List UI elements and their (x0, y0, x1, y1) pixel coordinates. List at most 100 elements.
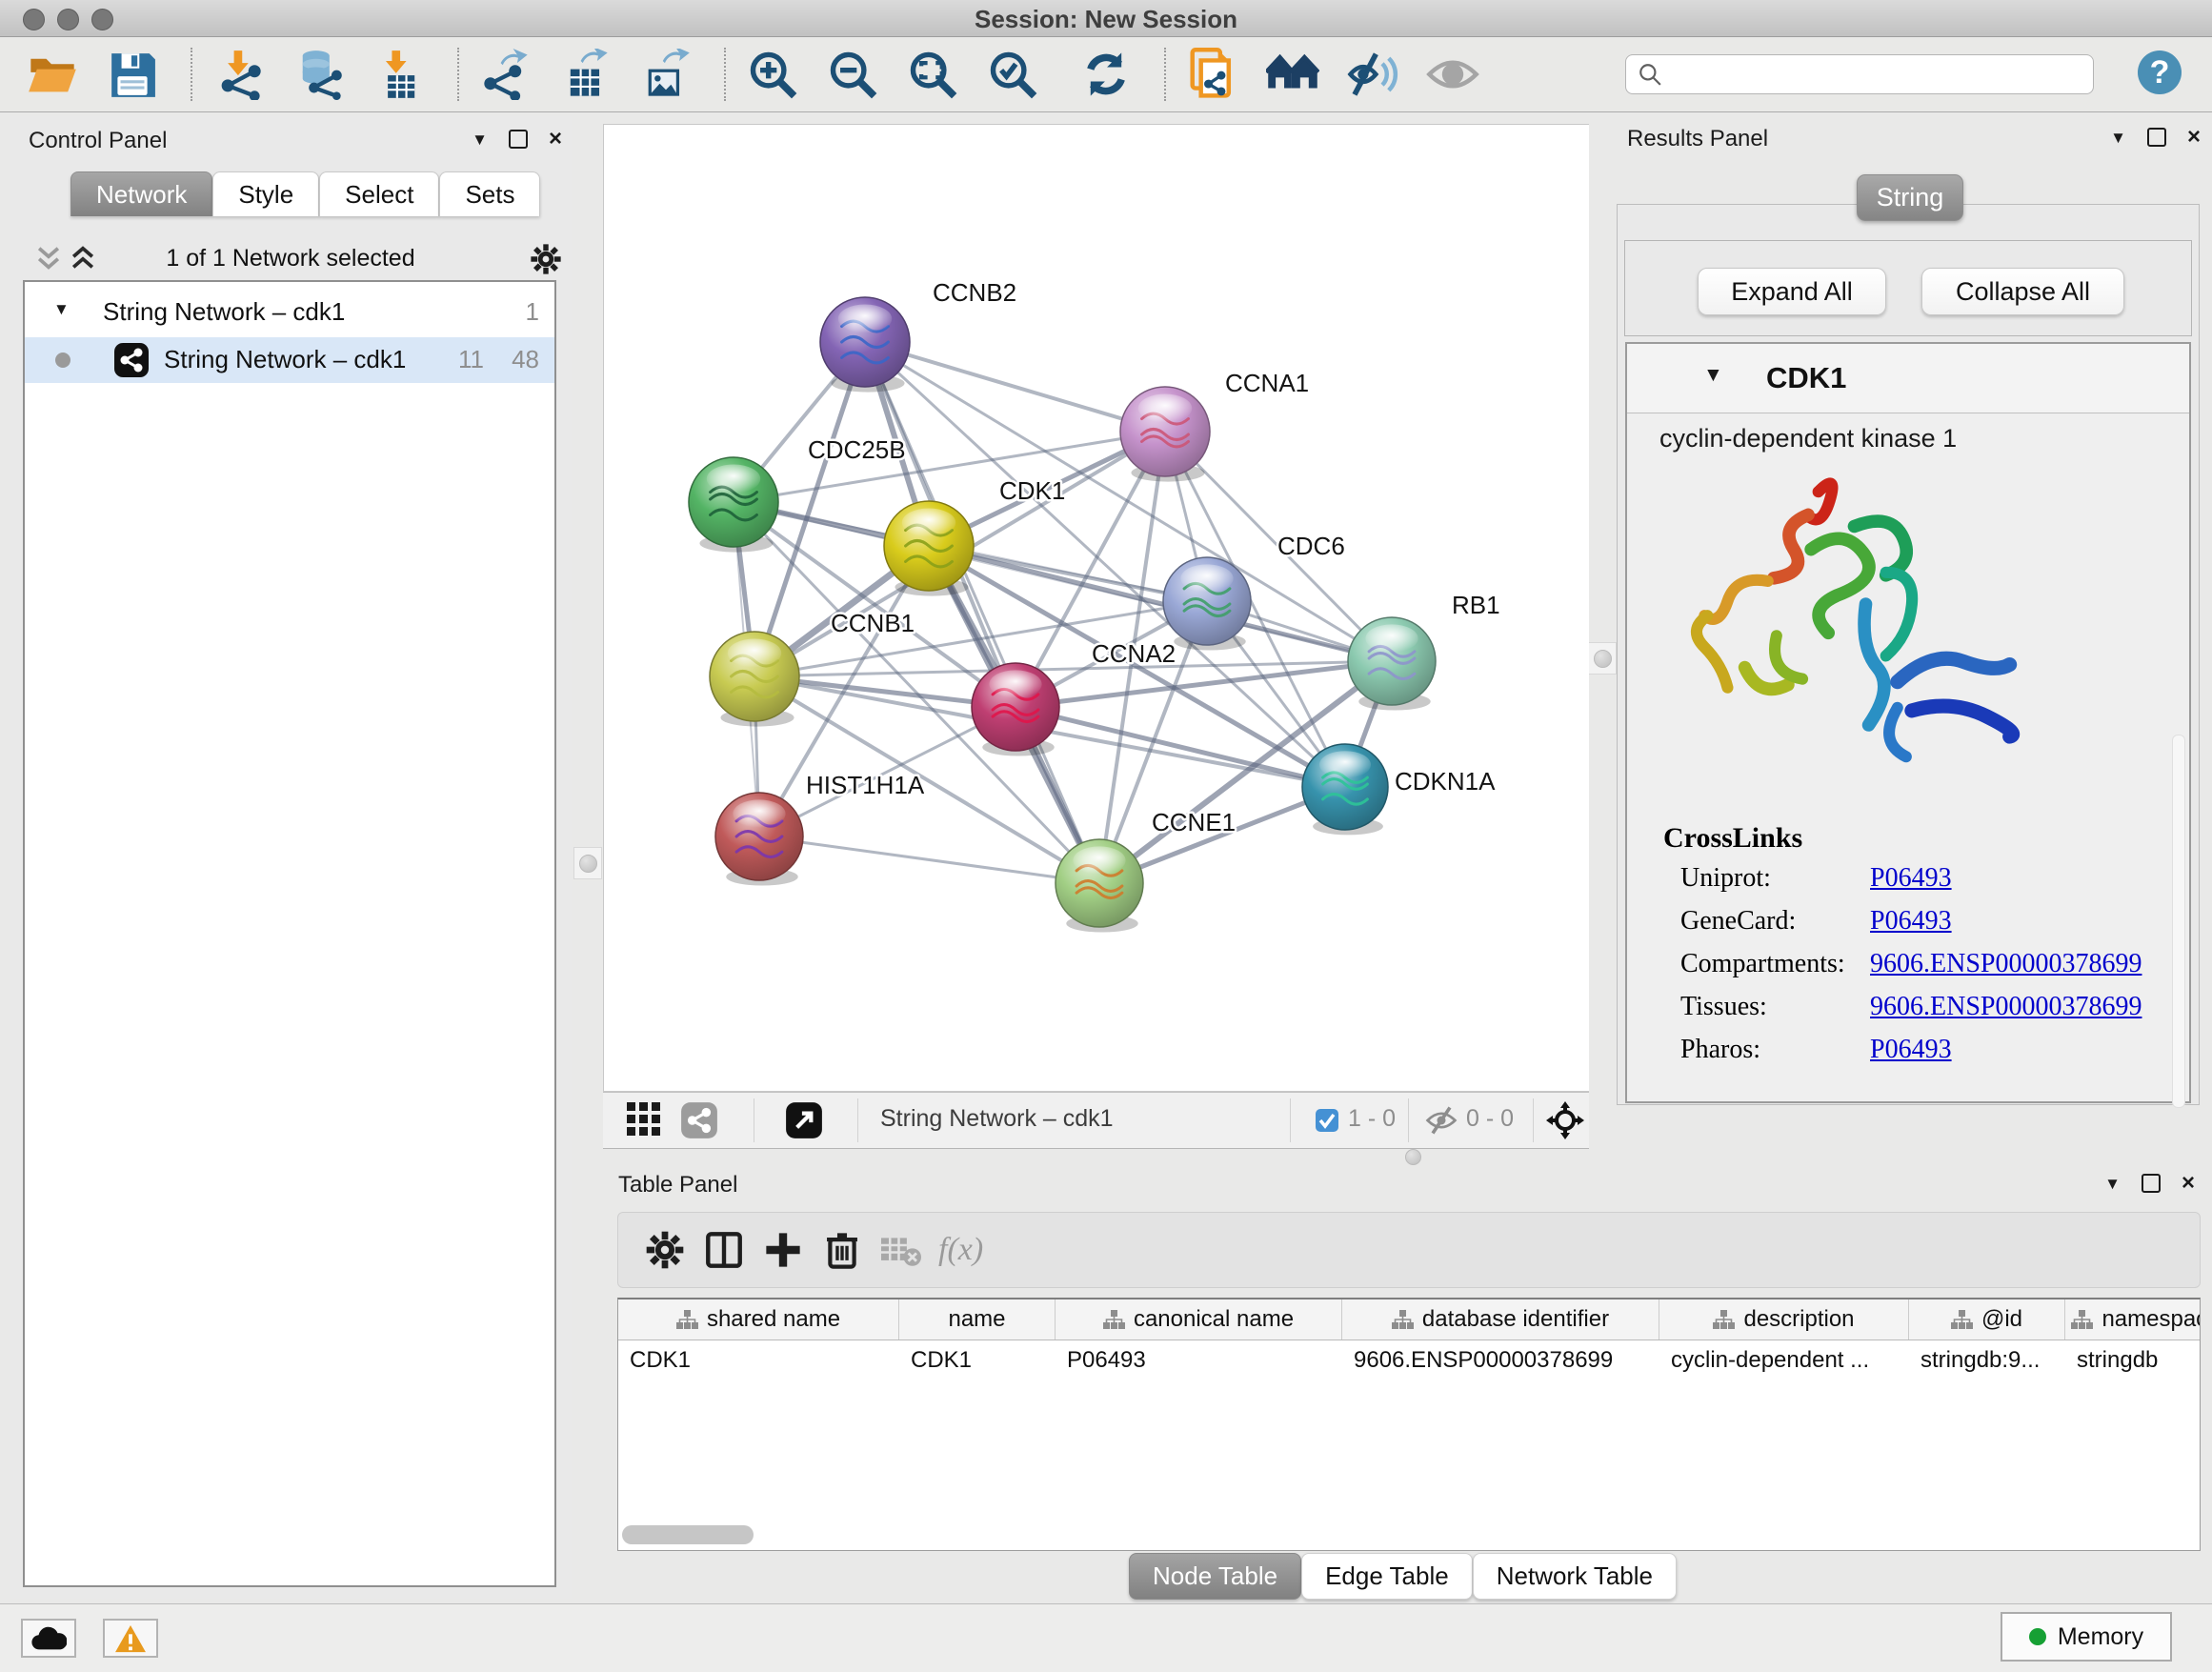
network-share-icon[interactable] (679, 1100, 719, 1140)
selected-checkbox-icon[interactable] (1316, 1109, 1338, 1132)
add-column-button[interactable] (754, 1225, 813, 1275)
table-horizontal-scrollbar[interactable] (622, 1525, 754, 1544)
column-header-database-identifier[interactable]: database identifier (1342, 1299, 1659, 1340)
save-session-button[interactable] (105, 47, 160, 102)
table-cell[interactable]: cyclin-dependent ... (1659, 1340, 1909, 1380)
tab-network[interactable]: Network (70, 171, 212, 216)
memory-button[interactable]: Memory (2001, 1612, 2172, 1662)
zoom-out-button[interactable] (825, 47, 880, 102)
import-network-from-database-button[interactable] (292, 47, 347, 102)
column-mapping-icon (676, 1310, 698, 1330)
search-box[interactable] (1625, 54, 2094, 94)
export-image-button[interactable] (638, 47, 694, 102)
hidden-eye-slash-icon[interactable] (1424, 1105, 1458, 1136)
node-CDC6[interactable]: CDC6 (1163, 532, 1345, 651)
crosslink-value-link[interactable]: 9606.ENSP00000378699 (1870, 992, 2142, 1022)
show-columns-button[interactable] (694, 1225, 754, 1275)
zoom-selected-button[interactable] (985, 47, 1040, 102)
results-panel-close-icon[interactable]: × (2187, 126, 2201, 149)
results-panel-menu-icon[interactable]: ▼ (2110, 130, 2126, 146)
collection-expand-icon[interactable]: ▼ (53, 301, 70, 317)
crosslink-value-link[interactable]: P06493 (1870, 906, 1952, 937)
collapse-all-button[interactable]: Collapse All (1921, 268, 2124, 315)
column-header-name[interactable]: name (899, 1299, 1056, 1340)
export-network-button[interactable] (478, 47, 533, 102)
help-button[interactable]: ? (2136, 49, 2183, 101)
left-splitter-handle[interactable] (573, 847, 602, 879)
table-cell[interactable]: 9606.ENSP00000378699 (1342, 1340, 1659, 1380)
table-settings-button[interactable] (635, 1225, 694, 1275)
column-mapping-icon (1103, 1310, 1125, 1330)
table-row[interactable]: CDK1CDK1P064939606.ENSP00000378699cyclin… (618, 1340, 2200, 1380)
zoom-in-button[interactable] (745, 47, 800, 102)
crosslink-row: Pharos:P06493 (1627, 1035, 2189, 1069)
share-document-icon (1186, 48, 1239, 101)
control-panel-float-icon[interactable] (509, 130, 528, 149)
tab-edge-table[interactable]: Edge Table (1301, 1553, 1473, 1600)
node-label-HIST1H1A: HIST1H1A (806, 771, 925, 799)
table-panel-menu-icon[interactable]: ▼ (2104, 1176, 2121, 1192)
import-network-button[interactable] (211, 47, 267, 102)
results-panel-float-icon[interactable] (2147, 128, 2166, 147)
edge-CCNE1-HIST1H1A[interactable] (759, 836, 1099, 883)
column-header-namespace[interactable]: namespace (2065, 1299, 2201, 1340)
crosslink-value-link[interactable]: P06493 (1870, 1035, 1952, 1065)
table-panel-close-icon[interactable]: × (2182, 1172, 2195, 1195)
open-in-new-icon[interactable] (784, 1100, 824, 1140)
table-panel-title: Table Panel (618, 1172, 737, 1199)
tab-network-table[interactable]: Network Table (1473, 1553, 1677, 1600)
control-panel-close-icon[interactable]: × (549, 128, 562, 151)
birds-eye-crosshair-icon[interactable] (1544, 1099, 1586, 1141)
table-cell[interactable]: stringdb:9... (1909, 1340, 2065, 1380)
node-CCNE1[interactable]: CCNE1 (1056, 808, 1236, 933)
string-home-button[interactable] (1265, 47, 1320, 102)
gene-section-header[interactable]: ▼ CDK1 (1627, 344, 2189, 413)
node-HIST1H1A[interactable]: HIST1H1A (715, 771, 925, 886)
open-session-button[interactable] (25, 47, 80, 102)
expand-all-button[interactable]: Expand All (1698, 268, 1886, 315)
table-cell[interactable]: P06493 (1056, 1340, 1342, 1380)
warnings-button[interactable] (103, 1619, 158, 1658)
edge-CCNA1-CDC25B[interactable] (734, 432, 1165, 502)
grid-view-icon[interactable] (627, 1102, 665, 1138)
tab-string[interactable]: String (1857, 174, 1963, 221)
cloud-button[interactable] (21, 1619, 76, 1658)
table-cell[interactable]: CDK1 (899, 1340, 1056, 1380)
results-scrollbar[interactable] (2172, 735, 2185, 1108)
tab-style[interactable]: Style (212, 171, 319, 216)
table-cell[interactable]: stringdb (2065, 1340, 2201, 1380)
column-header-description[interactable]: description (1659, 1299, 1909, 1340)
import-table-button[interactable] (372, 47, 427, 102)
export-network-icon (480, 49, 532, 100)
column-header-@id[interactable]: @id (1909, 1299, 2065, 1340)
control-panel-menu-icon[interactable]: ▼ (472, 131, 488, 148)
network-graph[interactable]: CCNB2CCNA1CDC25BCDK1CDC6RB1CCNB1CCNA2CDK… (604, 125, 1588, 1091)
network-collection-row[interactable]: ▼ String Network – cdk1 1 (25, 288, 554, 337)
node-table[interactable]: shared namenamecanonical namedatabase id… (617, 1298, 2201, 1551)
hide-analyzer-button[interactable] (1345, 47, 1400, 102)
table-cell[interactable]: CDK1 (618, 1340, 899, 1380)
share-document-button[interactable] (1185, 47, 1240, 102)
delete-column-button[interactable] (813, 1225, 872, 1275)
column-header-shared-name[interactable]: shared name (618, 1299, 899, 1340)
tab-node-table[interactable]: Node Table (1129, 1553, 1301, 1600)
edge-CCNB2-CCNA1[interactable] (865, 342, 1165, 432)
network-view[interactable]: CCNB2CCNA1CDC25BCDK1CDC6RB1CCNB1CCNA2CDK… (603, 124, 1589, 1092)
node-RB1[interactable]: RB1 (1348, 591, 1500, 711)
column-header-canonical-name[interactable]: canonical name (1056, 1299, 1342, 1340)
eye-slash-waves-icon (1346, 48, 1399, 101)
network-options-gear-icon[interactable] (530, 243, 562, 275)
crosslink-value-link[interactable]: P06493 (1870, 863, 1952, 894)
search-input[interactable] (1662, 60, 2066, 89)
export-table-button[interactable] (558, 47, 613, 102)
tab-sets[interactable]: Sets (439, 171, 540, 216)
table-panel-float-icon[interactable] (2142, 1174, 2161, 1193)
zoom-fit-button[interactable] (905, 47, 960, 102)
refresh-button[interactable] (1078, 47, 1134, 102)
network-row[interactable]: String Network – cdk1 11 48 (25, 337, 554, 383)
node-CCNA1[interactable]: CCNA1 (1120, 369, 1309, 482)
node-CDKN1A[interactable]: CDKN1A (1302, 744, 1496, 835)
crosslink-value-link[interactable]: 9606.ENSP00000378699 (1870, 949, 2142, 979)
tab-select[interactable]: Select (319, 171, 439, 216)
gene-collapse-icon[interactable]: ▼ (1703, 365, 1723, 385)
